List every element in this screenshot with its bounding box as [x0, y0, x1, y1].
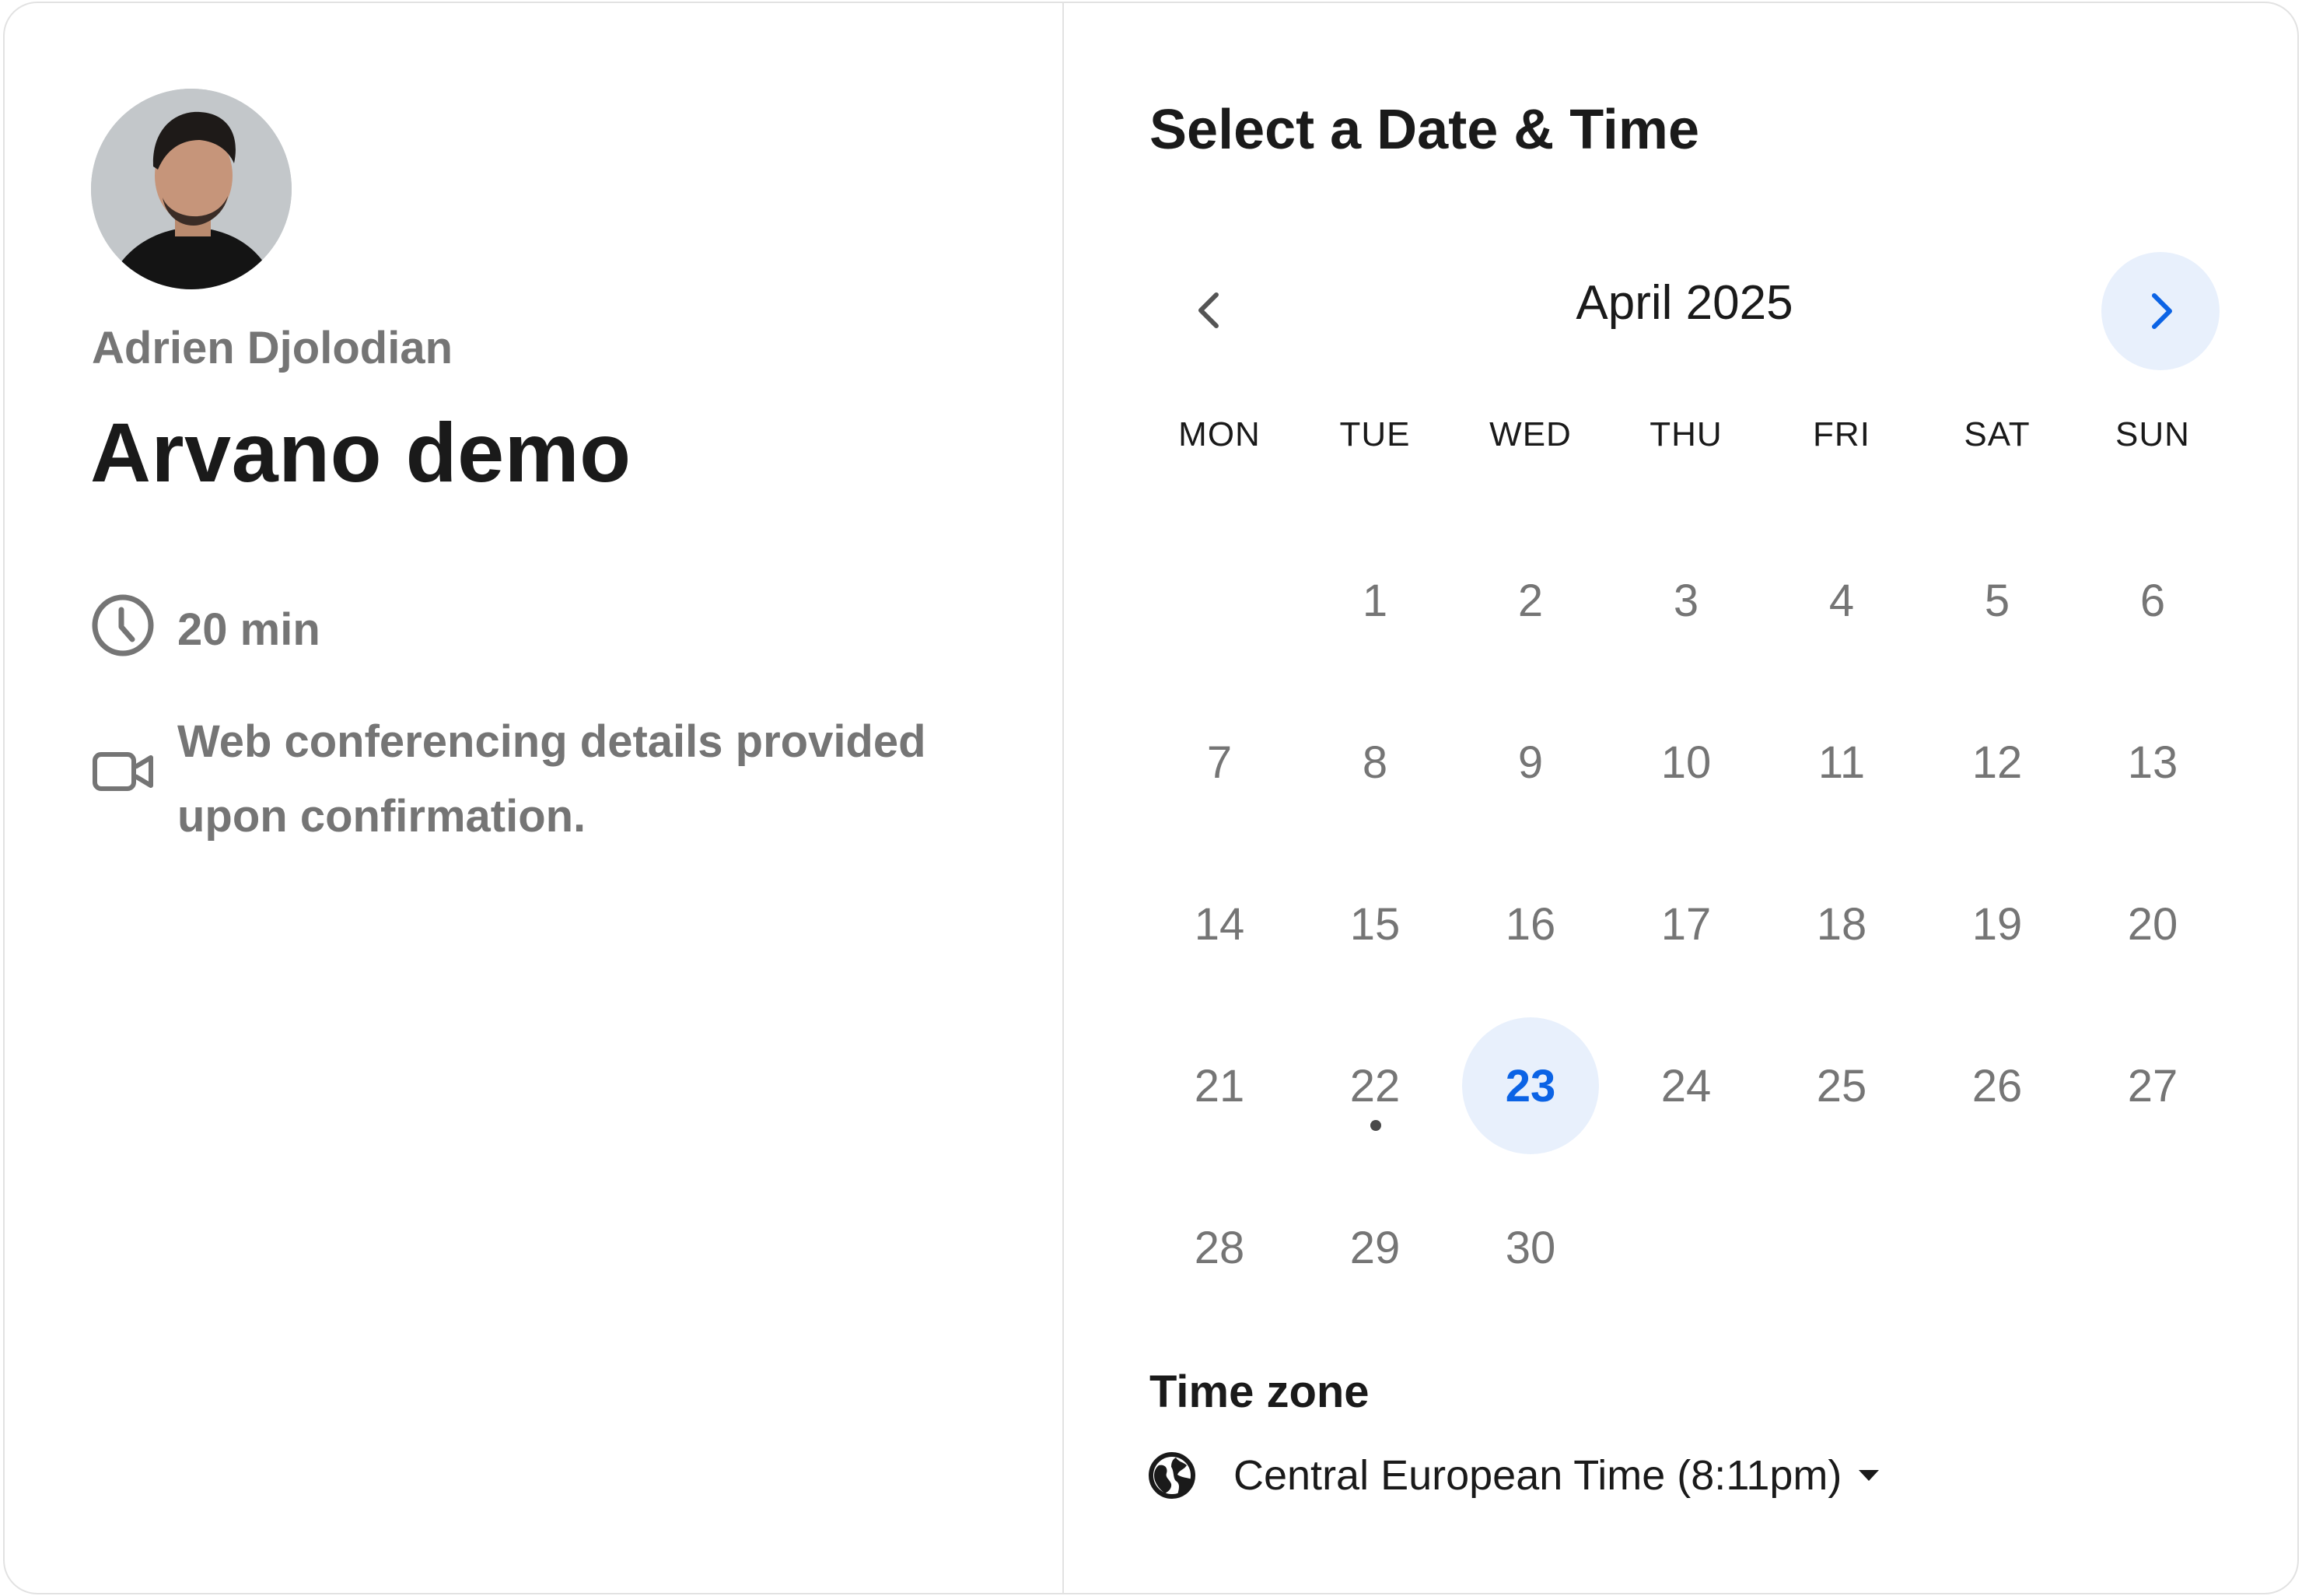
day-number: 21: [1194, 1060, 1245, 1111]
day-number: 20: [2127, 898, 2178, 950]
section-title: Select a Date & Time: [1149, 99, 1699, 161]
day-number: 5: [1984, 575, 2010, 626]
weekday-mon: MON: [1178, 415, 1261, 453]
day-number: 29: [1349, 1222, 1401, 1273]
day-number: 2: [1517, 575, 1544, 626]
day-number: 6: [2139, 575, 2166, 626]
day-cell[interactable]: 26: [1929, 1017, 2066, 1154]
day-number: 7: [1206, 737, 1233, 788]
day-cell[interactable]: 5: [1929, 532, 2066, 669]
chevron-left-icon: [1198, 292, 1219, 328]
day-number: 28: [1194, 1222, 1245, 1273]
day-number: 26: [1971, 1060, 2023, 1111]
day-number: 10: [1660, 737, 1712, 788]
day-cell[interactable]: 13: [2084, 694, 2221, 831]
day-cell[interactable]: 11: [1773, 694, 1910, 831]
today-dot: [1370, 1120, 1381, 1131]
day-number: 17: [1660, 898, 1712, 950]
weekday-header: MON TUE WED THU FRI SAT SUN: [1142, 415, 2297, 462]
day-number: 18: [1816, 898, 1867, 950]
day-cell[interactable]: 15: [1307, 856, 1443, 992]
duration-row: 20 min: [90, 593, 320, 667]
day-cell[interactable]: 29: [1307, 1179, 1443, 1316]
day-cell[interactable]: 10: [1618, 694, 1754, 831]
day-number: 25: [1816, 1060, 1867, 1111]
day-number: 23: [1505, 1060, 1556, 1111]
timezone-title: Time zone: [1149, 1367, 1370, 1417]
weekday-sat: SAT: [1964, 415, 2031, 453]
weekday-sun: SUN: [2115, 415, 2190, 453]
day-cell[interactable]: 3: [1618, 532, 1754, 669]
organizer-name: Adrien Djolodian: [92, 323, 453, 373]
day-number: 22: [1349, 1060, 1401, 1111]
day-cell[interactable]: 18: [1773, 856, 1910, 992]
caret-down-icon: [1859, 1470, 1880, 1481]
day-number: 12: [1971, 737, 2023, 788]
day-cell[interactable]: 30: [1462, 1179, 1599, 1316]
day-number: 4: [1828, 575, 1855, 626]
day-cell[interactable]: 20: [2084, 856, 2221, 992]
booking-card: Adrien Djolodian Arvano demo 20 min Web …: [3, 2, 2299, 1594]
day-cell[interactable]: 1: [1307, 532, 1443, 669]
conferencing-text: Web conferencing details provided upon c…: [177, 716, 926, 842]
day-cell[interactable]: 19: [1929, 856, 2066, 992]
day-cell[interactable]: 14: [1151, 856, 1288, 992]
day-cell[interactable]: 6: [2084, 532, 2221, 669]
clock-icon: [92, 594, 154, 656]
day-cell[interactable]: 16: [1462, 856, 1599, 992]
day-number: 27: [2127, 1060, 2178, 1111]
day-cell[interactable]: 12: [1929, 694, 2066, 831]
chevron-right-icon: [2152, 293, 2172, 329]
month-label: April 2025: [1576, 276, 1793, 330]
weekday-tue: TUE: [1339, 415, 1411, 453]
day-number: 14: [1194, 898, 1245, 950]
day-number: 8: [1362, 737, 1388, 788]
day-number: 13: [2127, 737, 2178, 788]
day-selected[interactable]: 23: [1462, 1017, 1599, 1154]
globe-icon: [1149, 1452, 1195, 1499]
previous-month-button[interactable]: [1171, 252, 1249, 369]
calendar-grid: 1 2 3 4 5 6 7 8 9 10 11 12 13 14 15 16 17 18 19 20 21 22 23 24 2…: [1142, 532, 2297, 1310]
day-cell[interactable]: 8: [1307, 694, 1443, 831]
day-cell[interactable]: 28: [1151, 1179, 1288, 1316]
day-cell[interactable]: 27: [2084, 1017, 2221, 1154]
day-cell[interactable]: 2: [1462, 532, 1599, 669]
day-number: 11: [1817, 737, 1866, 788]
duration-text: 20 min: [177, 604, 320, 655]
day-cell[interactable]: 7: [1151, 694, 1288, 831]
day-number: 30: [1505, 1222, 1556, 1273]
day-cell[interactable]: 21: [1151, 1017, 1288, 1154]
weekday-thu: THU: [1650, 415, 1723, 453]
timezone-value: Central European Time (8:11pm): [1233, 1452, 1842, 1499]
panel-divider: [1062, 3, 1064, 1593]
day-cell[interactable]: 4: [1773, 532, 1910, 669]
day-cell[interactable]: 22: [1307, 1017, 1443, 1154]
day-number: 3: [1673, 575, 1699, 626]
day-cell[interactable]: 24: [1618, 1017, 1754, 1154]
avatar: [91, 89, 292, 289]
video-camera-icon: [93, 752, 153, 791]
conferencing-row: Web conferencing details provided upon c…: [90, 705, 992, 854]
weekday-wed: WED: [1489, 415, 1572, 453]
day-cell[interactable]: 25: [1773, 1017, 1910, 1154]
day-number: 9: [1517, 737, 1544, 788]
day-cell[interactable]: 17: [1618, 856, 1754, 992]
next-month-button[interactable]: [2101, 252, 2220, 370]
timezone-selector[interactable]: Central European Time (8:11pm): [1148, 1451, 1882, 1500]
event-title: Arvano demo: [90, 405, 631, 499]
day-number: 19: [1971, 898, 2023, 950]
day-number: 15: [1349, 898, 1401, 950]
day-number: 1: [1362, 575, 1388, 626]
weekday-fri: FRI: [1813, 415, 1870, 453]
day-cell[interactable]: 9: [1462, 694, 1599, 831]
day-number: 16: [1505, 898, 1556, 950]
day-number: 24: [1660, 1060, 1712, 1111]
